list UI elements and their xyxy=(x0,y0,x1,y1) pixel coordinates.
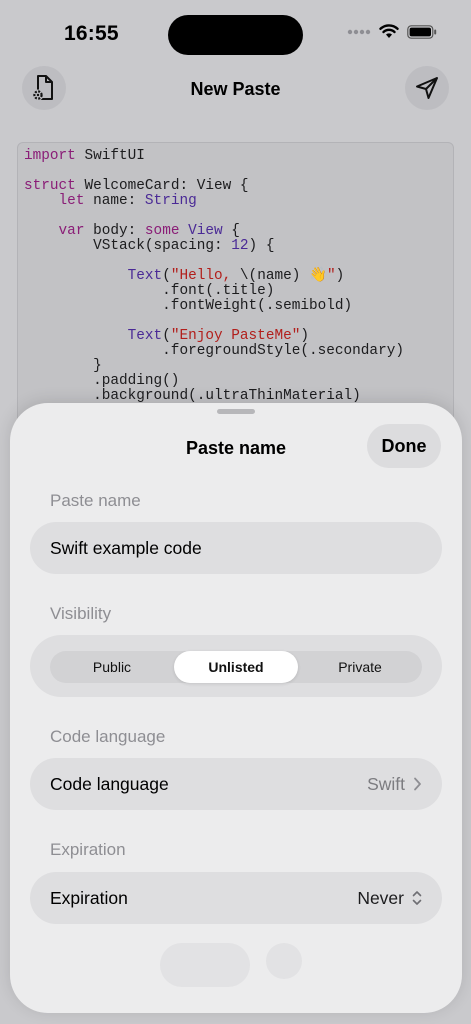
background-toolbar-item xyxy=(266,943,302,979)
visibility-option-unlisted[interactable]: Unlisted xyxy=(174,651,298,683)
code-token: Text xyxy=(127,328,163,344)
code-token: .font(.title) xyxy=(24,283,275,299)
wifi-icon xyxy=(379,24,399,38)
code-line: import SwiftUI xyxy=(24,149,447,164)
code-token: WelcomeCard: View { xyxy=(75,178,249,194)
code-token: .fontWeight(.semibold) xyxy=(24,298,353,314)
code-token: View xyxy=(188,223,223,239)
signal-icon xyxy=(347,29,371,34)
code-token: SwiftUI xyxy=(75,148,145,164)
navigation-bar: New Paste xyxy=(0,66,471,116)
visibility-option-public[interactable]: Public xyxy=(50,651,174,683)
code-token: \(name) 👋 xyxy=(239,268,327,284)
battery-icon xyxy=(407,24,437,39)
chevron-right-icon xyxy=(414,777,421,791)
code-token: some xyxy=(144,223,180,239)
code-token: body: xyxy=(84,223,145,239)
code-line: } xyxy=(24,359,447,374)
send-button[interactable] xyxy=(405,66,449,110)
code-token: } xyxy=(24,358,102,374)
code-token: .padding() xyxy=(24,373,180,389)
visibility-row: Public Unlisted Private xyxy=(30,635,442,697)
code-token: String xyxy=(144,193,197,209)
status-bar: 16:55 xyxy=(0,0,471,70)
code-token: ( xyxy=(162,268,171,284)
section-label-expiration: Expiration xyxy=(50,840,126,859)
code-token: VStack(spacing: xyxy=(24,238,232,254)
background-toolbar-item xyxy=(160,943,250,987)
visibility-segmented-control[interactable]: Public Unlisted Private xyxy=(50,651,422,683)
code-token: { xyxy=(222,223,240,239)
paste-name-sheet: Paste name Done Paste name Swift example… xyxy=(10,403,462,1013)
code-token: " xyxy=(326,268,336,284)
code-token: "Enjoy PasteMe" xyxy=(170,328,301,344)
dynamic-island xyxy=(168,15,303,55)
code-token: var xyxy=(58,223,85,239)
send-icon xyxy=(416,77,438,99)
page-title: New Paste xyxy=(190,79,281,99)
section-label-visibility: Visibility xyxy=(50,604,112,623)
expiration-value: Never xyxy=(357,887,404,908)
code-line: .background(.ultraThinMaterial) xyxy=(24,389,447,404)
code-token: Text xyxy=(127,268,163,284)
section-label-paste-name: Paste name xyxy=(50,491,141,510)
code-token: ) xyxy=(300,328,310,344)
code-line: struct WelcomeCard: View { xyxy=(24,179,447,194)
done-button[interactable]: Done xyxy=(367,424,441,468)
code-line: Text("Enjoy PasteMe") xyxy=(24,329,447,344)
paste-name-value: Swift example code xyxy=(50,537,202,558)
code-line: .fontWeight(.semibold) xyxy=(24,299,447,314)
code-token: .background(.ultraThinMaterial) xyxy=(24,388,361,404)
code-token: 12 xyxy=(231,238,249,254)
code-token: import xyxy=(24,148,76,164)
code-token: .foregroundStyle(.secondary) xyxy=(24,343,404,359)
code-token: name: xyxy=(84,193,145,209)
code-token: "Hello, xyxy=(170,268,240,284)
code-language-label: Code language xyxy=(50,773,169,794)
code-token: ) { xyxy=(248,238,275,254)
paste-name-field[interactable]: Swift example code xyxy=(30,522,442,574)
code-token: let xyxy=(58,193,85,209)
sheet-grabber[interactable] xyxy=(217,409,255,414)
code-token: struct xyxy=(24,178,76,194)
code-line: var body: some View { xyxy=(24,224,447,239)
expiration-row[interactable]: Expiration Never xyxy=(30,872,442,924)
section-label-code-language: Code language xyxy=(50,727,166,746)
code-line: .foregroundStyle(.secondary) xyxy=(24,344,447,359)
code-line: VStack(spacing: 12) { xyxy=(24,239,447,254)
code-token: ) xyxy=(335,268,345,284)
code-line: Text("Hello, \(name) 👋") xyxy=(24,269,447,284)
status-time: 16:55 xyxy=(64,22,119,45)
code-language-row[interactable]: Code language Swift xyxy=(30,758,442,810)
chevron-up-down-icon xyxy=(412,891,422,905)
code-line: let name: String xyxy=(24,194,447,209)
status-icons xyxy=(347,24,437,39)
code-token: ( xyxy=(162,328,171,344)
code-line: .font(.title) xyxy=(24,284,447,299)
visibility-option-private[interactable]: Private xyxy=(298,651,422,683)
code-language-value: Swift xyxy=(367,773,405,794)
expiration-label: Expiration xyxy=(50,887,128,908)
code-line: .padding() xyxy=(24,374,447,389)
